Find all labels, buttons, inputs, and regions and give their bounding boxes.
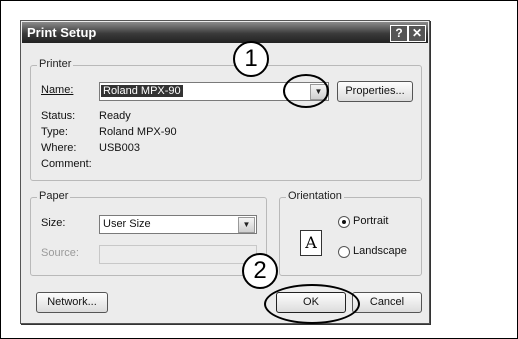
paper-group-label: Paper xyxy=(37,190,71,202)
type-value: Roland MPX-90 xyxy=(99,126,177,138)
status-label: Status: xyxy=(41,110,76,122)
portrait-page-icon: A xyxy=(300,230,322,256)
landscape-radio[interactable] xyxy=(338,246,350,258)
portrait-label[interactable]: Portrait xyxy=(353,215,388,227)
portrait-radio[interactable] xyxy=(338,216,350,228)
callout-2: 2 xyxy=(242,253,278,289)
size-label: Size: xyxy=(41,217,66,229)
type-label: Type: xyxy=(41,126,68,138)
cancel-button[interactable]: Cancel xyxy=(352,292,422,313)
network-button[interactable]: Network... xyxy=(36,292,108,313)
status-value: Ready xyxy=(99,110,131,122)
print-setup-dialog: Print Setup ? ✕ Printer Name: Roland MPX… xyxy=(20,20,430,324)
where-label: Where: xyxy=(41,142,77,154)
dialog-title: Print Setup xyxy=(27,25,97,40)
source-label: Source: xyxy=(41,247,79,259)
chevron-down-icon[interactable]: ▼ xyxy=(238,217,255,233)
paper-group: Paper Size: User Size ▼ Source: xyxy=(30,190,267,276)
comment-label: Comment: xyxy=(41,158,92,170)
title-bar: Print Setup ? ✕ xyxy=(22,22,428,43)
printer-group-label: Printer xyxy=(37,58,74,70)
name-label: Name: xyxy=(41,84,74,96)
paper-source-select[interactable] xyxy=(99,245,257,264)
callout-1: 1 xyxy=(233,41,269,77)
properties-button[interactable]: Properties... xyxy=(337,81,413,102)
where-value: USB003 xyxy=(99,142,140,154)
paper-size-select[interactable]: User Size ▼ xyxy=(99,215,257,234)
orientation-group-label: Orientation xyxy=(286,190,344,202)
printer-name-value: Roland MPX-90 xyxy=(101,85,183,97)
help-icon[interactable]: ? xyxy=(390,25,408,42)
close-icon[interactable]: ✕ xyxy=(408,25,426,42)
paper-size-value: User Size xyxy=(103,218,151,230)
printer-group: Printer Name: Roland MPX-90 ▼ Properties… xyxy=(30,58,422,181)
ok-highlight-ellipse xyxy=(264,284,360,324)
dropdown-highlight-ellipse xyxy=(283,74,329,108)
landscape-label[interactable]: Landscape xyxy=(353,245,407,257)
page-frame: Print Setup ? ✕ Printer Name: Roland MPX… xyxy=(0,0,518,339)
orientation-group: Orientation A Portrait Landscape xyxy=(279,190,422,276)
